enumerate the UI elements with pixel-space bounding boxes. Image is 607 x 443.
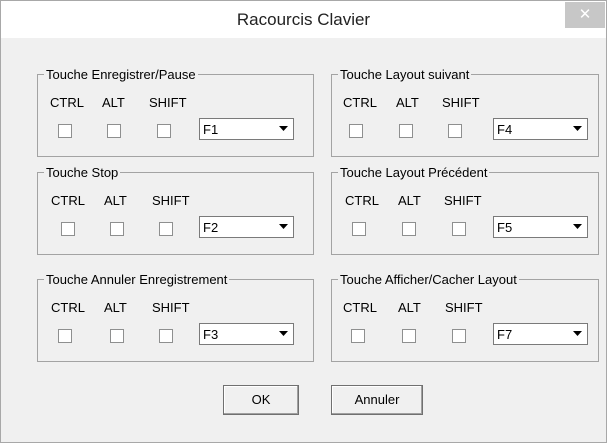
shift-label: SHIFT (444, 193, 482, 208)
group-toggle-layout: Touche Afficher/Cacher Layout CTRL ALT S… (331, 272, 599, 362)
ctrl-checkbox[interactable] (58, 329, 72, 343)
ctrl-label: CTRL (51, 300, 85, 315)
ctrl-checkbox[interactable] (61, 222, 75, 236)
group-next-layout: Touche Layout suivant CTRL ALT SHIFT F4 (331, 67, 599, 157)
shift-checkbox[interactable] (452, 222, 466, 236)
chevron-down-icon[interactable] (275, 325, 292, 343)
close-button[interactable]: ✕ (565, 2, 605, 28)
alt-checkbox[interactable] (402, 329, 416, 343)
key-value: F2 (203, 220, 219, 235)
alt-checkbox[interactable] (402, 222, 416, 236)
key-select[interactable]: F3 (199, 323, 294, 345)
alt-label: ALT (398, 300, 421, 315)
ctrl-label: CTRL (345, 193, 379, 208)
ctrl-label: CTRL (343, 300, 377, 315)
group-record-pause: Touche Enregistrer/Pause CTRL ALT SHIFT … (37, 67, 314, 157)
alt-label: ALT (104, 300, 127, 315)
shift-checkbox[interactable] (159, 329, 173, 343)
key-select[interactable]: F2 (199, 216, 294, 238)
shift-checkbox[interactable] (159, 222, 173, 236)
shortcut-dialog: Racourcis Clavier ✕ Touche Enregistrer/P… (0, 0, 607, 443)
shift-label: SHIFT (442, 95, 480, 110)
key-value: F4 (497, 122, 513, 137)
group-caption: Touche Afficher/Cacher Layout (338, 272, 519, 287)
group-caption: Touche Layout Précédent (338, 165, 490, 180)
ctrl-checkbox[interactable] (351, 329, 365, 343)
group-caption: Touche Stop (44, 165, 121, 180)
key-value: F3 (203, 327, 219, 342)
key-value: F7 (497, 327, 513, 342)
key-select[interactable]: F4 (493, 118, 588, 140)
alt-label: ALT (104, 193, 127, 208)
group-caption: Touche Enregistrer/Pause (44, 67, 198, 82)
window-title: Racourcis Clavier (236, 10, 371, 29)
ctrl-checkbox[interactable] (58, 124, 72, 138)
chevron-down-icon[interactable] (275, 218, 292, 236)
alt-label: ALT (398, 193, 421, 208)
title-bar: Racourcis Clavier ✕ (1, 1, 606, 38)
shift-checkbox[interactable] (157, 124, 171, 138)
close-icon: ✕ (578, 6, 592, 23)
ctrl-checkbox[interactable] (352, 222, 366, 236)
group-stop: Touche Stop CTRL ALT SHIFT F2 (37, 165, 314, 255)
key-value: F5 (497, 220, 513, 235)
ctrl-checkbox[interactable] (349, 124, 363, 138)
ctrl-label: CTRL (50, 95, 84, 110)
group-caption: Touche Annuler Enregistrement (44, 272, 230, 287)
chevron-down-icon[interactable] (569, 325, 586, 343)
shift-label: SHIFT (152, 193, 190, 208)
shift-checkbox[interactable] (448, 124, 462, 138)
alt-checkbox[interactable] (399, 124, 413, 138)
cancel-button[interactable]: Annuler (331, 385, 423, 415)
shift-checkbox[interactable] (452, 329, 466, 343)
alt-checkbox[interactable] (107, 124, 121, 138)
shift-label: SHIFT (445, 300, 483, 315)
alt-checkbox[interactable] (110, 329, 124, 343)
chevron-down-icon[interactable] (275, 120, 292, 138)
key-select[interactable]: F1 (199, 118, 294, 140)
shift-label: SHIFT (149, 95, 187, 110)
ctrl-label: CTRL (343, 95, 377, 110)
alt-label: ALT (396, 95, 419, 110)
group-previous-layout: Touche Layout Précédent CTRL ALT SHIFT F… (331, 165, 599, 255)
ok-button[interactable]: OK (223, 385, 299, 415)
group-cancel-recording: Touche Annuler Enregistrement CTRL ALT S… (37, 272, 314, 362)
key-value: F1 (203, 122, 219, 137)
chevron-down-icon[interactable] (569, 218, 586, 236)
ctrl-label: CTRL (51, 193, 85, 208)
key-select[interactable]: F5 (493, 216, 588, 238)
shift-label: SHIFT (152, 300, 190, 315)
key-select[interactable]: F7 (493, 323, 588, 345)
chevron-down-icon[interactable] (569, 120, 586, 138)
group-caption: Touche Layout suivant (338, 67, 472, 82)
alt-label: ALT (102, 95, 125, 110)
alt-checkbox[interactable] (110, 222, 124, 236)
